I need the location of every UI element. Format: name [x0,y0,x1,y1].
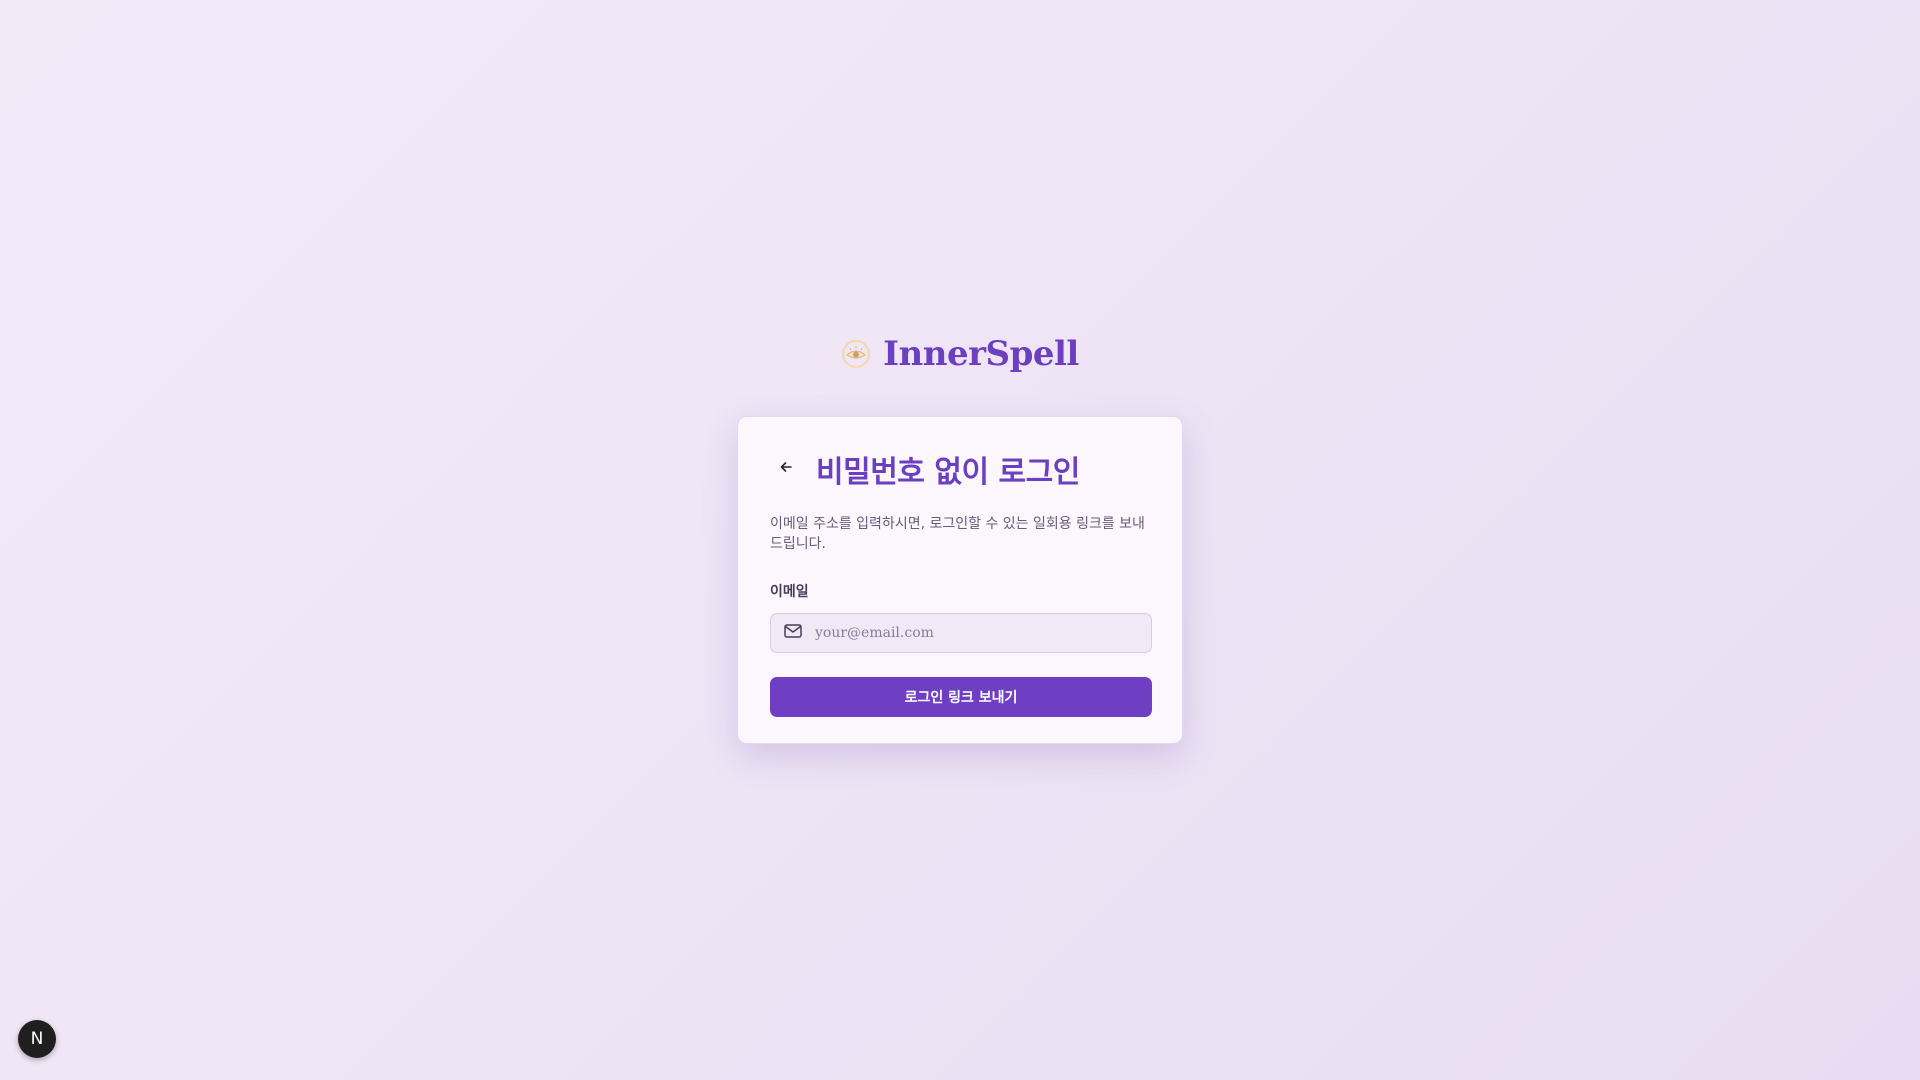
nextjs-icon: N [30,1029,44,1049]
email-input[interactable] [813,624,1137,642]
brand-logo[interactable]: InnerSpell [0,334,1920,374]
email-field[interactable] [770,613,1152,653]
arrow-left-icon [778,459,794,479]
email-label: 이메일 [770,584,809,600]
login-card: 비밀번호 없이 로그인 이메일 주소를 입력하시면, 로그인할 수 있는 일회용… [737,416,1183,744]
nextjs-dev-badge[interactable]: N [18,1020,56,1058]
eye-moon-icon [841,339,871,369]
card-header: 비밀번호 없이 로그인 [770,449,1150,490]
send-login-link-button[interactable]: 로그인 링크 보내기 [770,677,1152,717]
brand-name: InnerSpell [883,334,1079,374]
card-description: 이메일 주소를 입력하시면, 로그인할 수 있는 일회용 링크를 보내드립니다. [770,516,1145,552]
mail-icon [783,621,803,645]
card-title: 비밀번호 없이 로그인 [816,455,1080,490]
back-button[interactable] [770,453,802,485]
